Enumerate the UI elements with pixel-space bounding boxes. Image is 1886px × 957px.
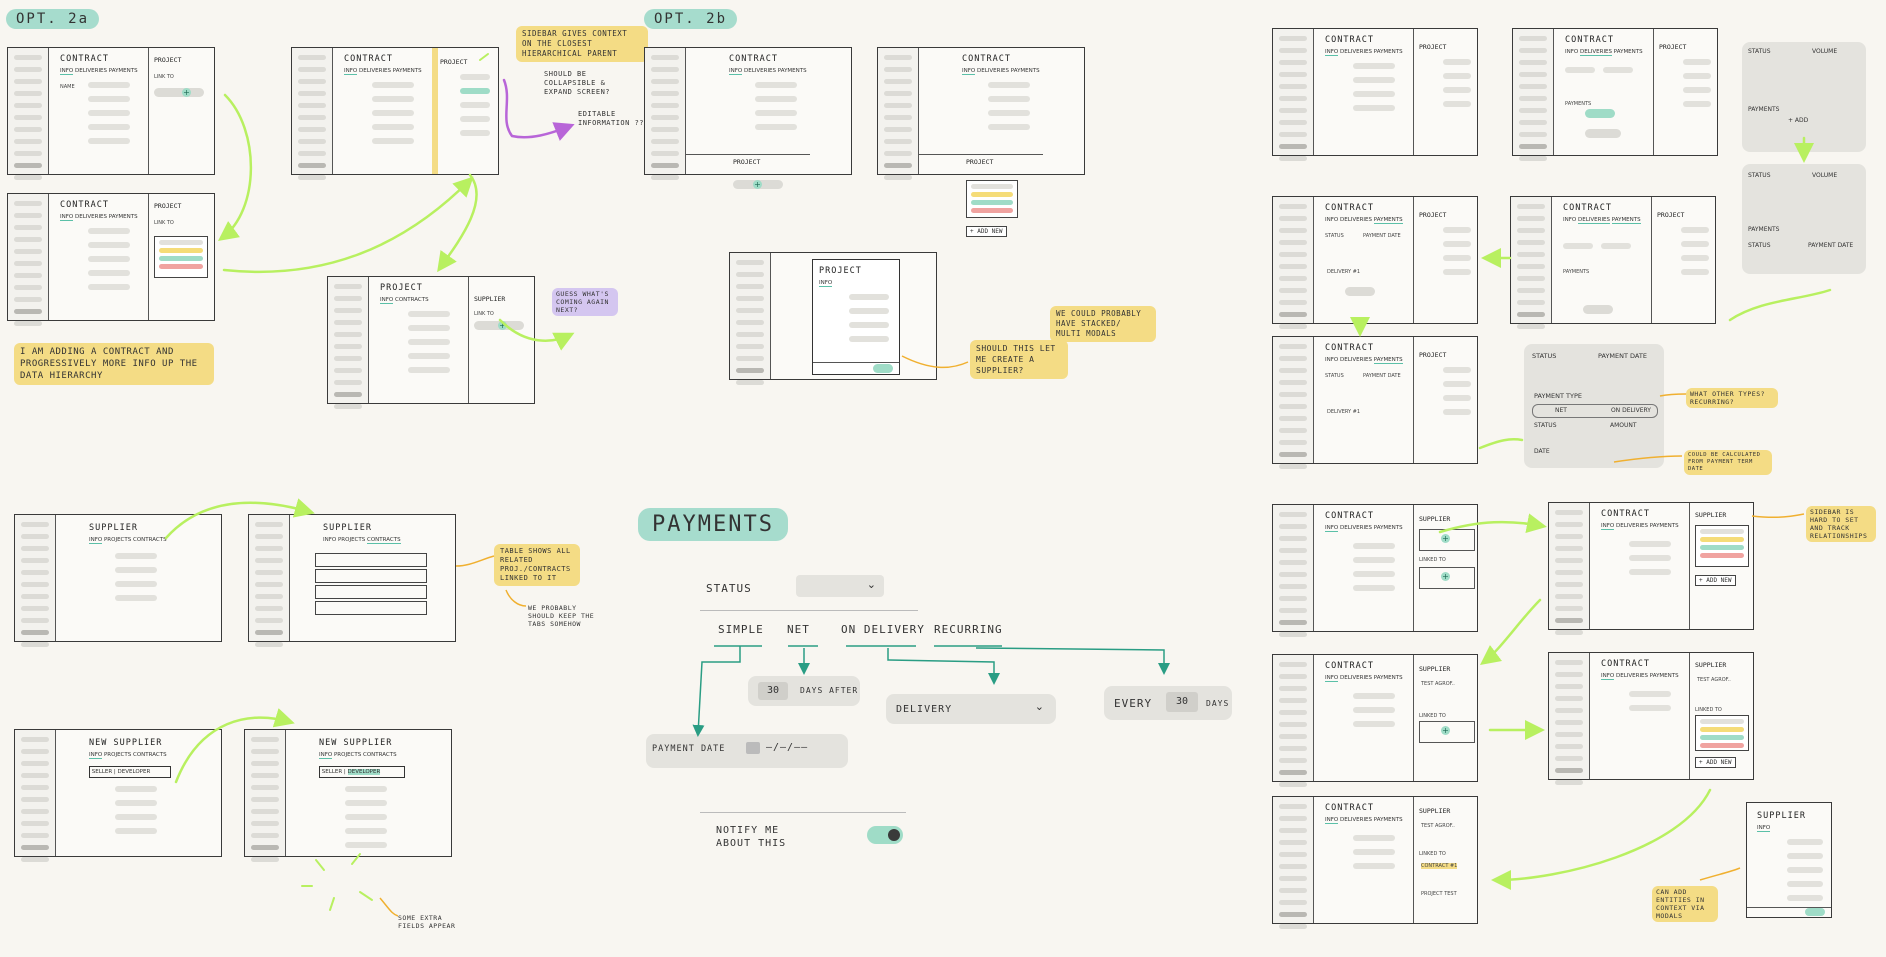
flow-arrows bbox=[164, 53, 1832, 917]
